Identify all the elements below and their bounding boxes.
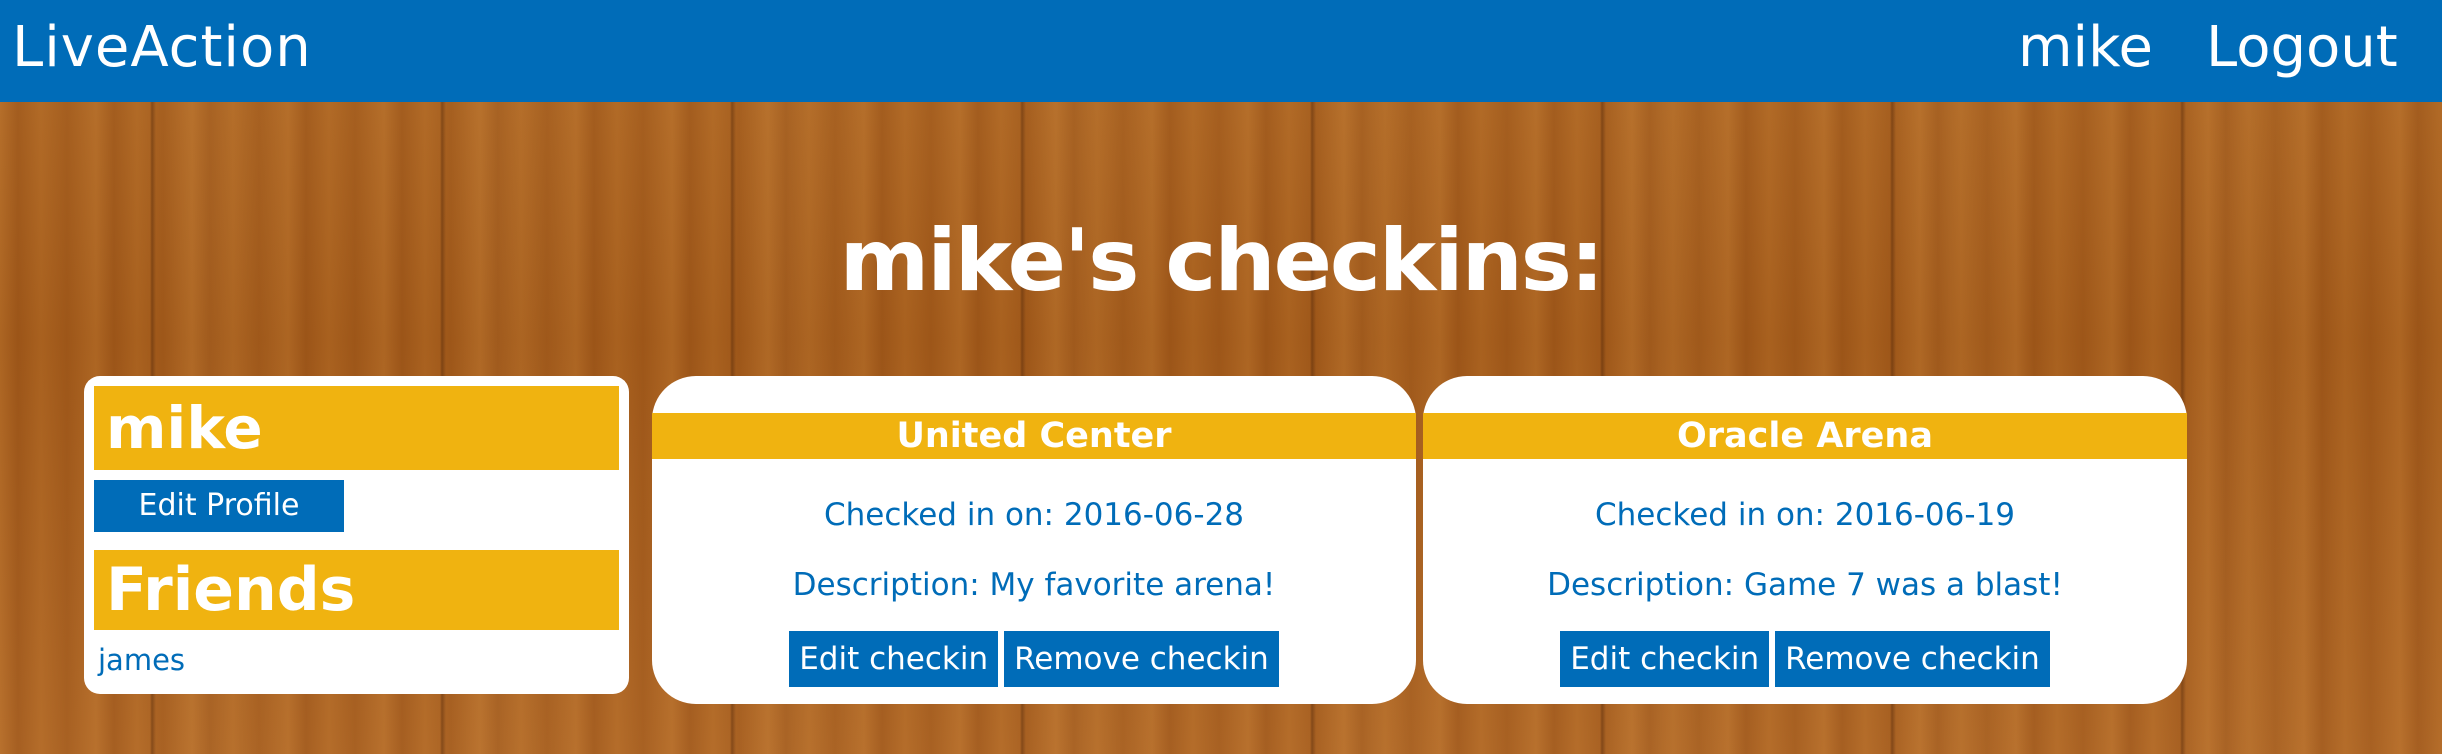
friends-header: Friends [94, 550, 619, 630]
logout-link[interactable]: Logout [2206, 12, 2398, 84]
friend-link-james[interactable]: james [98, 640, 185, 680]
checkin-date: Checked in on: 2016-06-19 [1594, 497, 2016, 533]
checkin-description: Description: Game 7 was a blast! [1547, 567, 2063, 603]
profile-name-header: mike [94, 386, 619, 470]
friends-heading: Friends [106, 555, 356, 625]
top-navbar: LiveAction mike Logout [0, 0, 2442, 102]
remove-checkin-button[interactable]: Remove checkin [1775, 631, 2050, 687]
checkin-venue-name: United Center [652, 413, 1416, 459]
checkin-date: Checked in on: 2016-06-28 [823, 497, 1245, 533]
page-title: mike's checkins: [839, 211, 1605, 311]
brand-logo-link[interactable]: LiveAction [12, 12, 312, 84]
checkin-card: United Center Checked in on: 2016-06-28 … [652, 376, 1416, 704]
nav-user-link[interactable]: mike [2018, 12, 2153, 84]
checkin-actions: Edit checkin Remove checkin [1423, 631, 2187, 687]
edit-checkin-button[interactable]: Edit checkin [789, 631, 999, 687]
edit-profile-button[interactable]: Edit Profile [94, 480, 344, 532]
remove-checkin-button[interactable]: Remove checkin [1004, 631, 1279, 687]
checkin-venue-name: Oracle Arena [1423, 413, 2187, 459]
profile-card: mike Edit Profile Friends james [84, 376, 629, 694]
checkin-description: Description: My favorite arena! [792, 567, 1276, 603]
checkin-card: Oracle Arena Checked in on: 2016-06-19 D… [1423, 376, 2187, 704]
checkin-actions: Edit checkin Remove checkin [652, 631, 1416, 687]
edit-checkin-button[interactable]: Edit checkin [1560, 631, 1770, 687]
profile-name: mike [106, 394, 263, 462]
